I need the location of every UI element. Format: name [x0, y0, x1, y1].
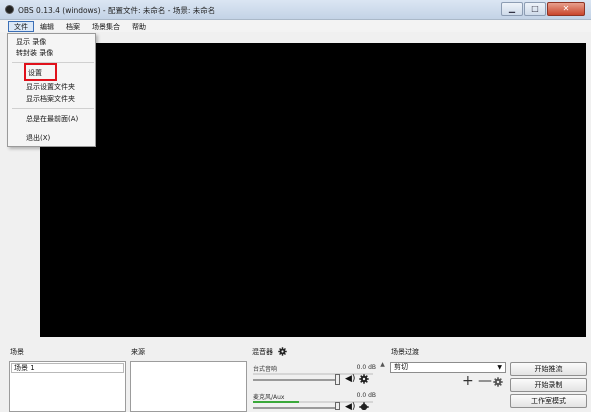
studio-mode-button[interactable]: 工作室模式	[510, 394, 587, 408]
window-controls: ▁ □ ✕	[501, 2, 585, 16]
menu-item-show-recordings[interactable]: 显示 录像	[16, 37, 46, 48]
volume-slider-track[interactable]	[253, 379, 335, 381]
menu-item-remux-recordings[interactable]: 转封装 录像	[16, 48, 53, 59]
channel-db: 0.0 dB	[356, 392, 376, 399]
menu-item-show-profile-folder[interactable]: 显示档案文件夹	[26, 94, 75, 105]
speaker-icon[interactable]: ◀)	[345, 374, 355, 384]
menu-bar: 文件 编辑 档案 场景集合 帮助	[0, 20, 591, 32]
transition-select[interactable]: 剪切 ▼	[390, 362, 506, 373]
minimize-button[interactable]: ▁	[501, 2, 523, 16]
speaker-icon[interactable]: ◀)	[345, 402, 355, 412]
mixer-channel-mic: 麦克风/Aux 0.0 dB ◀)	[253, 392, 376, 412]
mixer-channel-desktop: 台式音响 0.0 dB ◀)	[253, 364, 376, 386]
maximize-button[interactable]: □	[524, 2, 546, 16]
menu-edit[interactable]: 编辑	[34, 21, 60, 32]
transition-selected-value: 剪切	[394, 363, 408, 371]
menu-profile[interactable]: 档案	[60, 21, 86, 32]
start-streaming-button[interactable]: 开始推流	[510, 362, 587, 376]
window-title: OBS 0.13.4 (windows) - 配置文件: 未命名 - 场景: 未…	[18, 6, 216, 15]
chevron-down-icon: ▼	[497, 364, 502, 371]
preview-canvas[interactable]	[40, 43, 586, 337]
channel-name: 麦克风/Aux	[253, 394, 285, 401]
sources-panel-label: 来源	[131, 348, 145, 356]
transitions-panel-label: 场景过渡	[391, 348, 419, 356]
mixer-label-text: 混音器	[252, 348, 273, 356]
volume-meter-fill	[253, 401, 299, 403]
sources-list[interactable]	[130, 361, 247, 412]
file-menu-dropdown: 显示 录像 转封装 录像 设置 显示设置文件夹 显示档案文件夹 总是在最前面(A…	[7, 33, 96, 147]
menu-separator	[12, 108, 94, 109]
menu-help[interactable]: 帮助	[126, 21, 152, 32]
gear-icon[interactable]	[359, 374, 369, 384]
title-bar: OBS 0.13.4 (windows) - 配置文件: 未命名 - 场景: 未…	[0, 0, 591, 20]
remove-transition-button[interactable]: —	[478, 374, 492, 388]
obs-app-icon	[5, 5, 14, 14]
settings-highlight-box	[24, 63, 57, 81]
scenes-list[interactable]: 场景 1	[9, 361, 126, 412]
mixer-panel-label: 混音器	[252, 347, 287, 357]
menu-scene-collection[interactable]: 场景集合	[86, 21, 126, 32]
close-button[interactable]: ✕	[547, 2, 585, 16]
mixer-scroll-up-icon[interactable]: ▲	[379, 361, 386, 370]
gear-icon[interactable]	[359, 402, 369, 410]
start-recording-button[interactable]: 开始录制	[510, 378, 587, 392]
gear-icon[interactable]	[278, 347, 287, 356]
gear-icon[interactable]	[493, 377, 503, 387]
channel-db: 0.0 dB	[356, 364, 376, 371]
menu-item-show-settings-folder[interactable]: 显示设置文件夹	[26, 82, 75, 93]
add-transition-button[interactable]: +	[462, 374, 474, 388]
volume-slider-knob[interactable]	[335, 374, 340, 385]
channel-name: 台式音响	[253, 366, 278, 373]
menu-item-exit[interactable]: 退出(X)	[26, 133, 50, 144]
scenes-panel-label: 场景	[10, 348, 24, 356]
volume-slider-track[interactable]	[253, 407, 335, 409]
scene-item[interactable]: 场景 1	[11, 363, 124, 373]
menu-item-always-on-top[interactable]: 总是在最前面(A)	[26, 114, 78, 125]
menu-file[interactable]: 文件	[8, 20, 34, 32]
volume-slider-knob[interactable]	[335, 402, 340, 410]
